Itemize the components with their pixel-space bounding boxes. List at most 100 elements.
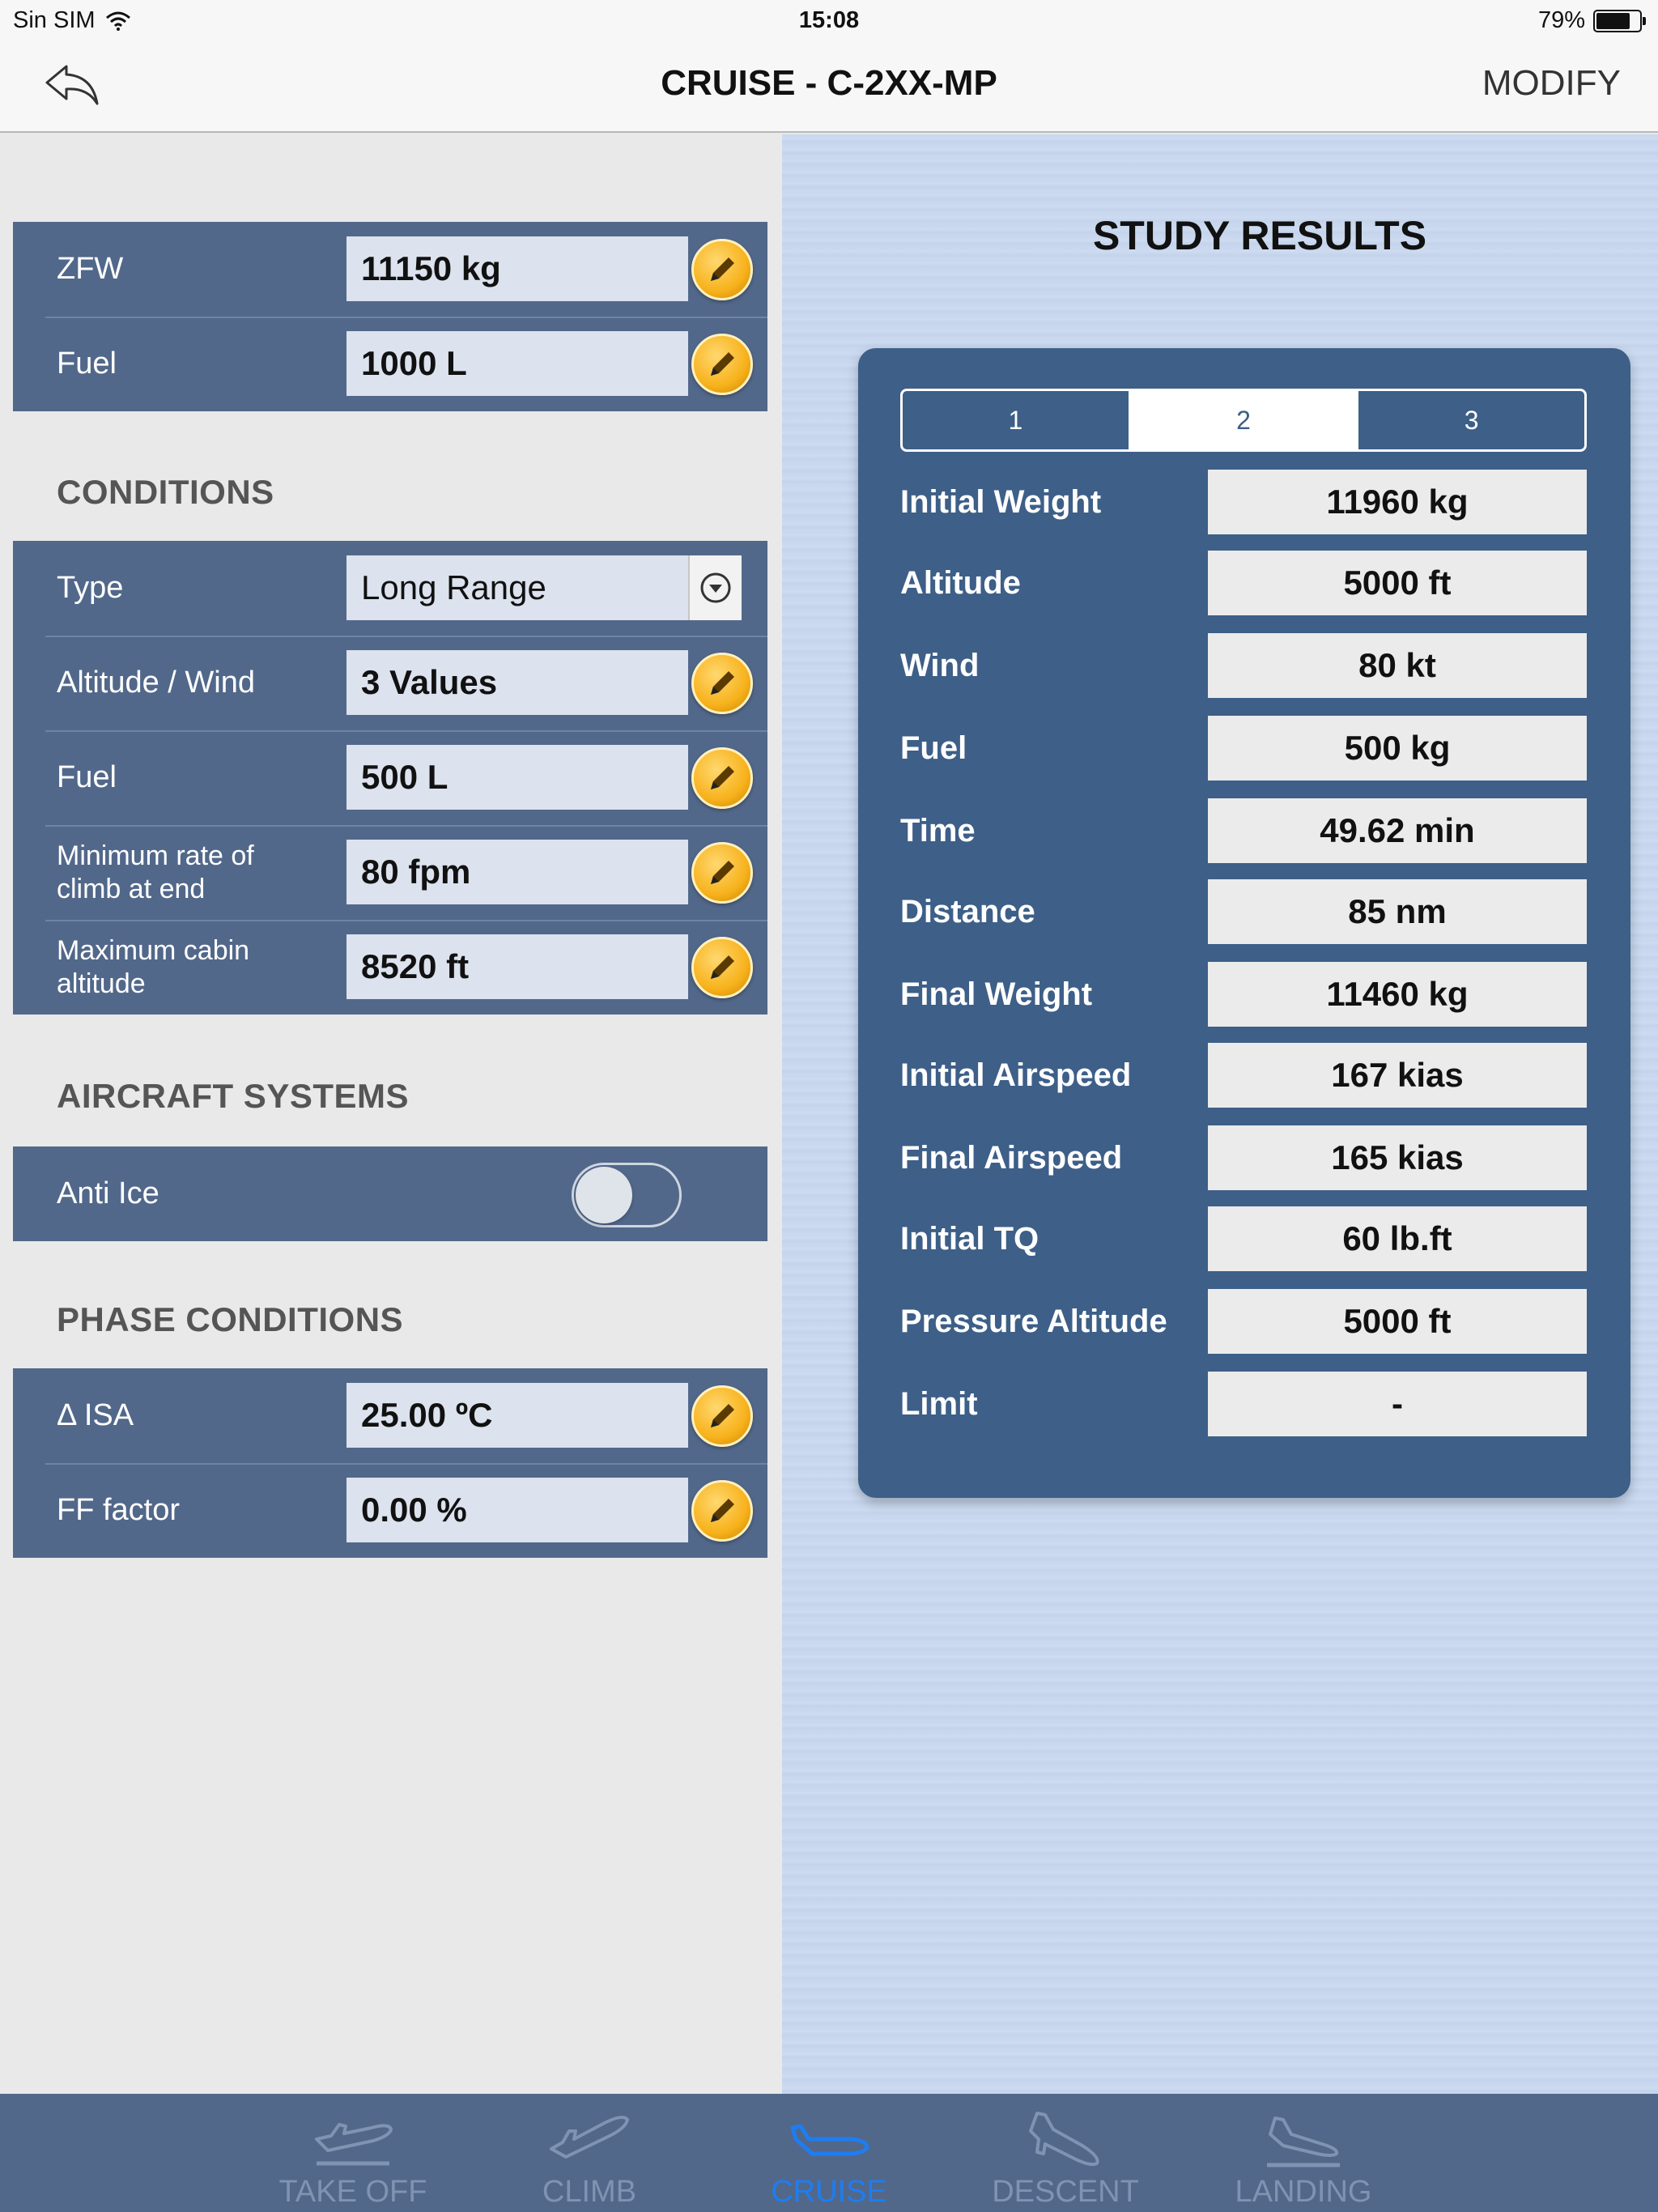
initial-weight-label: Initial Weight — [900, 483, 1102, 520]
result-row: Limit - — [900, 1372, 1587, 1436]
modify-button[interactable]: MODIFY — [1482, 63, 1621, 104]
time-label: Time — [900, 812, 976, 849]
pressure-altitude-label: Pressure Altitude — [900, 1303, 1167, 1339]
limit-label: Limit — [900, 1385, 978, 1422]
zfw-value[interactable]: 11150 kg — [346, 236, 688, 301]
result-row: Initial TQ 60 lb.ft — [900, 1206, 1587, 1271]
tab-takeoff[interactable]: TAKE OFF — [256, 2094, 450, 2212]
anti-ice-toggle[interactable] — [572, 1163, 682, 1227]
tab-climb-label: CLIMB — [542, 2175, 637, 2209]
min-climb-rate-value[interactable]: 80 fpm — [346, 840, 688, 904]
segment-3[interactable]: 3 — [1358, 391, 1584, 449]
min-climb-rate-row: Minimum rate of climb at end 80 fpm — [13, 825, 767, 920]
navigation-bar: CRUISE - C-2XX-MP MODIFY — [0, 37, 1658, 133]
result-row: Initial Airspeed 167 kias — [900, 1043, 1587, 1108]
edit-conditions-fuel-button[interactable] — [691, 747, 753, 809]
result-row: Wind 80 kt — [900, 633, 1587, 698]
initial-airspeed-value: 167 kias — [1208, 1043, 1587, 1108]
initial-weight-value: 11960 kg — [1208, 470, 1587, 534]
result-row: Time 49.62 min — [900, 798, 1587, 863]
status-bar: Sin SIM 15:08 79% — [0, 0, 1658, 37]
aircraft-systems-group: Anti Ice — [13, 1146, 767, 1241]
fuel-label: Fuel — [57, 347, 117, 381]
cruise-icon — [790, 2124, 869, 2156]
battery-icon — [1593, 9, 1646, 32]
battery-percent: 79% — [1537, 7, 1585, 33]
max-cabin-altitude-row: Maximum cabin altitude 8520 ft — [13, 920, 767, 1015]
result-row: Final Airspeed 165 kias — [900, 1125, 1587, 1190]
toggle-knob — [576, 1167, 632, 1223]
landing-icon — [1267, 2116, 1340, 2167]
tab-takeoff-label: TAKE OFF — [278, 2175, 427, 2209]
result-row: Distance 85 nm — [900, 879, 1587, 944]
anti-ice-label: Anti Ice — [57, 1176, 159, 1210]
edit-fuel-button[interactable] — [691, 334, 753, 395]
result-row: Final Weight 11460 kg — [900, 962, 1587, 1027]
result-row: Pressure Altitude 5000 ft — [900, 1289, 1587, 1354]
tab-descent[interactable]: DESCENT — [968, 2094, 1163, 2212]
tab-cruise[interactable]: CRUISE — [732, 2094, 926, 2212]
time-value: 49.62 min — [1208, 798, 1587, 863]
zfw-label: ZFW — [57, 252, 124, 286]
max-cabin-altitude-value[interactable]: 8520 ft — [346, 934, 688, 999]
edit-zfw-button[interactable] — [691, 239, 753, 300]
altitude-label: Altitude — [900, 564, 1021, 601]
edit-max-cabin-altitude-button[interactable] — [691, 937, 753, 998]
edit-altitude-wind-button[interactable] — [691, 653, 753, 714]
initial-airspeed-label: Initial Airspeed — [900, 1057, 1132, 1093]
battery-info: 79% — [1537, 7, 1646, 34]
phase-conditions-group: Δ ISA 25.00 ºC FF factor 0.00 % — [13, 1368, 767, 1558]
pencil-icon — [711, 352, 734, 376]
takeoff-icon — [315, 2123, 393, 2166]
altitude-value: 5000 ft — [1208, 551, 1587, 615]
fuel-value[interactable]: 1000 L — [346, 331, 688, 396]
chevron-down-circle-icon — [700, 572, 731, 603]
conditions-heading: CONDITIONS — [57, 473, 274, 511]
edit-delta-isa-button[interactable] — [691, 1385, 753, 1447]
pencil-icon — [711, 1499, 734, 1522]
pencil-icon — [711, 861, 734, 884]
type-dropdown-button[interactable] — [688, 555, 742, 620]
tab-landing-label: LANDING — [1235, 2175, 1372, 2209]
initial-tq-label: Initial TQ — [900, 1220, 1039, 1257]
altitude-wind-row: Altitude / Wind 3 Values — [13, 636, 767, 730]
segment-2[interactable]: 2 — [1130, 391, 1359, 449]
final-airspeed-value: 165 kias — [1208, 1125, 1587, 1190]
distance-value: 85 nm — [1208, 879, 1587, 944]
min-climb-rate-label: Minimum rate of climb at end — [57, 840, 254, 904]
wind-value: 80 kt — [1208, 633, 1587, 698]
edit-ff-factor-button[interactable] — [691, 1480, 753, 1542]
results-panel: STUDY RESULTS 1 2 3 Initial Weight 11960… — [782, 134, 1658, 2094]
segment-1[interactable]: 1 — [903, 391, 1131, 449]
descent-icon — [1029, 2112, 1099, 2167]
delta-isa-row: Δ ISA 25.00 ºC — [13, 1368, 767, 1463]
tab-landing[interactable]: LANDING — [1206, 2094, 1401, 2212]
conditions-fuel-value[interactable]: 500 L — [346, 745, 688, 810]
input-panel: ZFW 11150 kg Fuel 1000 L CONDITIONS Type… — [0, 134, 782, 2094]
delta-isa-label: Δ ISA — [57, 1398, 134, 1432]
pencil-icon — [711, 1404, 734, 1427]
altitude-wind-value[interactable]: 3 Values — [346, 650, 688, 715]
result-fuel-value: 500 kg — [1208, 716, 1587, 781]
phase-conditions-heading: PHASE CONDITIONS — [57, 1300, 404, 1338]
ff-factor-value[interactable]: 0.00 % — [346, 1478, 688, 1542]
tab-climb[interactable]: CLIMB — [492, 2094, 687, 2212]
pencil-icon — [711, 766, 734, 789]
results-card: 1 2 3 Initial Weight 11960 kg Altitude 5… — [858, 348, 1630, 1498]
edit-min-climb-rate-button[interactable] — [691, 842, 753, 904]
climb-icon — [550, 2116, 629, 2159]
ff-factor-row: FF factor 0.00 % — [13, 1463, 767, 1558]
initial-tq-value: 60 lb.ft — [1208, 1206, 1587, 1271]
page-title: CRUISE - C-2XX-MP — [661, 63, 997, 103]
anti-ice-row: Anti Ice — [13, 1146, 767, 1241]
result-row: Fuel 500 kg — [900, 716, 1587, 781]
type-label: Type — [57, 571, 124, 605]
delta-isa-value[interactable]: 25.00 ºC — [346, 1383, 688, 1448]
max-cabin-altitude-label: Maximum cabin altitude — [57, 934, 250, 999]
result-row: Initial Weight 11960 kg — [900, 470, 1587, 534]
type-select[interactable]: Long Range — [346, 555, 688, 620]
tab-descent-label: DESCENT — [992, 2175, 1139, 2209]
final-weight-value: 11460 kg — [1208, 962, 1587, 1027]
conditions-fuel-label: Fuel — [57, 760, 117, 794]
distance-label: Distance — [900, 893, 1035, 929]
